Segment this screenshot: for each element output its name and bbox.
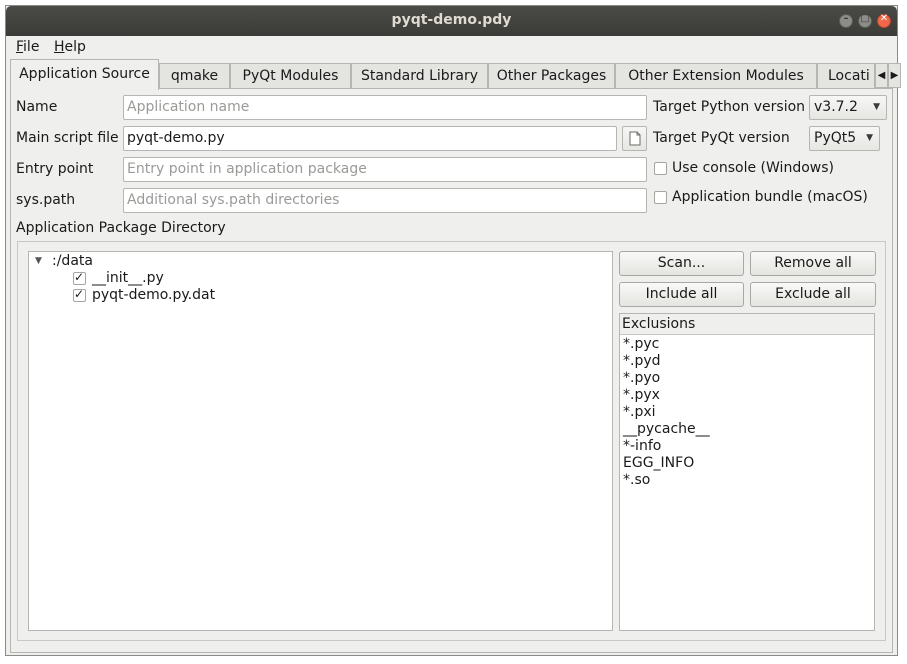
package-tree[interactable]: ▼ :/data __init__.py pyqt-demo.py.dat: [28, 251, 613, 631]
exclude-all-button[interactable]: Exclude all: [750, 282, 876, 307]
exclusions-header: Exclusions: [620, 314, 874, 335]
chevron-down-icon: ▼: [873, 102, 880, 112]
entry-point-label: Entry point: [16, 161, 94, 177]
target-pyqt-select[interactable]: PyQt5 ▼: [809, 126, 880, 151]
title-bar[interactable]: pyqt-demo.pdy – □ ✕: [6, 6, 897, 36]
exclusions-list[interactable]: Exclusions *.pyc *.pyd *.pyo *.pyx *.pxi…: [619, 313, 875, 631]
expand-arrow-icon[interactable]: ▼: [35, 256, 42, 266]
minimize-button[interactable]: –: [839, 13, 853, 28]
app-bundle-checkbox[interactable]: [654, 191, 667, 204]
chevron-down-icon: ▼: [866, 133, 873, 143]
chevron-left-icon: ◀: [877, 70, 886, 81]
name-input[interactable]: Application name: [123, 95, 647, 120]
name-label: Name: [16, 99, 58, 115]
window-title: pyqt-demo.pdy: [391, 12, 512, 28]
entry-point-input[interactable]: Entry point in application package: [123, 157, 647, 182]
menu-help[interactable]: Help: [54, 39, 86, 55]
exclusion-item[interactable]: EGG_INFO: [623, 455, 694, 471]
maximize-icon: □: [860, 13, 870, 24]
exclusion-item[interactable]: *.pxi: [623, 404, 656, 420]
browse-file-button[interactable]: [622, 126, 647, 151]
tab-bar: Application Source qmake PyQt Modules St…: [10, 59, 901, 90]
minimize-icon: –: [843, 13, 849, 24]
file-checkbox-dat[interactable]: [73, 287, 86, 302]
exclusion-item[interactable]: *.pyo: [623, 370, 660, 386]
tab-standard-library[interactable]: Standard Library: [351, 63, 488, 89]
include-all-button[interactable]: Include all: [619, 282, 744, 307]
tab-qmake[interactable]: qmake: [159, 63, 230, 89]
menu-file[interactable]: File: [16, 39, 39, 55]
close-button[interactable]: ✕: [877, 13, 891, 28]
file-icon: [629, 131, 641, 146]
exclusion-item[interactable]: *.so: [623, 472, 650, 488]
exclusion-item[interactable]: *-info: [623, 438, 661, 454]
target-python-value: v3.7.2: [814, 99, 858, 115]
sys-path-label: sys.path: [16, 192, 76, 208]
target-pyqt-value: PyQt5: [814, 130, 857, 146]
package-section-label: Application Package Directory: [16, 220, 226, 236]
tab-other-extension-modules[interactable]: Other Extension Modules: [615, 63, 817, 89]
tab-scroll-left-button[interactable]: ◀: [875, 63, 888, 88]
tab-pyqt-modules[interactable]: PyQt Modules: [230, 63, 351, 89]
target-python-label: Target Python version: [653, 99, 806, 115]
close-icon: ✕: [879, 13, 889, 24]
sys-path-input[interactable]: Additional sys.path directories: [123, 188, 647, 213]
tab-application-source[interactable]: Application Source: [10, 59, 159, 90]
chevron-right-icon: ▶: [890, 70, 899, 81]
exclusion-item[interactable]: *.pyd: [623, 353, 661, 369]
tab-scroll-right-button[interactable]: ▶: [888, 63, 901, 88]
remove-all-button[interactable]: Remove all: [750, 251, 876, 276]
maximize-button[interactable]: □: [858, 13, 872, 28]
tree-item-init[interactable]: __init__.py: [92, 270, 164, 286]
file-checkbox-init[interactable]: [73, 270, 86, 285]
target-pyqt-label: Target PyQt version: [653, 130, 790, 146]
use-console-label: Use console (Windows): [672, 160, 834, 176]
menu-bar: File Help: [6, 36, 897, 60]
main-script-label: Main script file: [16, 130, 119, 146]
main-script-input[interactable]: pyqt-demo.py: [123, 126, 617, 151]
tab-other-packages[interactable]: Other Packages: [488, 63, 615, 89]
use-console-checkbox[interactable]: [654, 162, 667, 175]
exclusion-item[interactable]: *.pyc: [623, 336, 659, 352]
scan-button[interactable]: Scan...: [619, 251, 744, 276]
exclusion-item[interactable]: __pycache__: [623, 421, 710, 437]
tree-root-item[interactable]: :/data: [52, 253, 93, 269]
exclusion-item[interactable]: *.pyx: [623, 387, 660, 403]
app-bundle-label: Application bundle (macOS): [672, 189, 868, 205]
tree-item-dat[interactable]: pyqt-demo.py.dat: [92, 287, 215, 303]
target-python-select[interactable]: v3.7.2 ▼: [809, 95, 887, 120]
tab-locations[interactable]: Locati: [817, 63, 875, 89]
